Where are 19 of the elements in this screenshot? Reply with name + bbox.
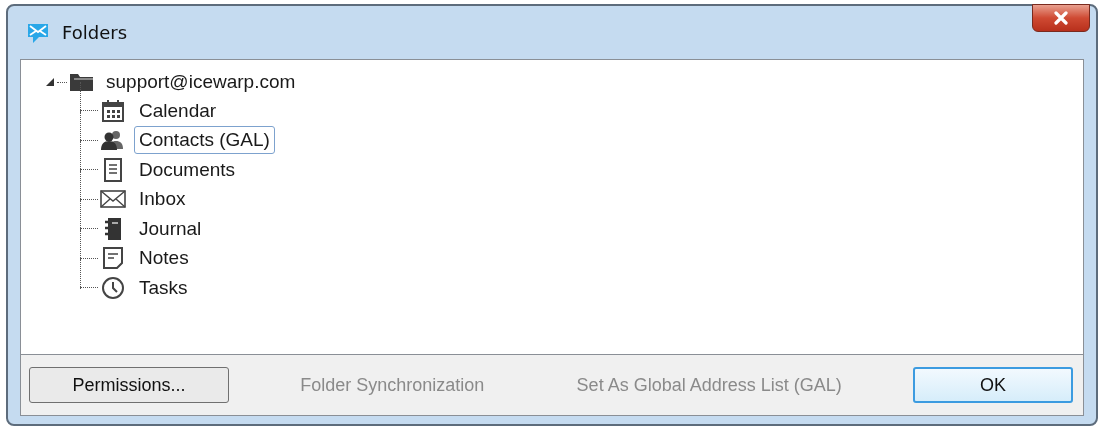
collapse-triangle-icon[interactable] <box>45 77 55 87</box>
tree-item[interactable]: Contacts (GAL) <box>134 126 275 155</box>
dialog-button[interactable]: Permissions... <box>29 367 229 403</box>
tree-item[interactable]: Tasks <box>134 273 193 302</box>
close-button[interactable] <box>1032 4 1090 32</box>
tree-item[interactable]: Inbox <box>134 185 191 214</box>
envelope-icon <box>100 189 126 210</box>
note-icon <box>100 246 126 271</box>
dialog-button[interactable]: OK <box>913 367 1073 403</box>
folder-icon <box>69 72 95 92</box>
window-title: Folders <box>62 22 127 43</box>
clock-icon <box>100 275 126 300</box>
tree-item[interactable]: Calendar <box>134 96 222 125</box>
calendar-icon <box>100 98 126 123</box>
people-icon <box>100 129 126 152</box>
tree-item[interactable]: Journal <box>134 214 207 243</box>
tree-item[interactable]: Documents <box>134 155 241 184</box>
tree-item[interactable]: Notes <box>134 244 194 273</box>
tree-item[interactable]: support@icewarp.com <box>101 68 301 96</box>
